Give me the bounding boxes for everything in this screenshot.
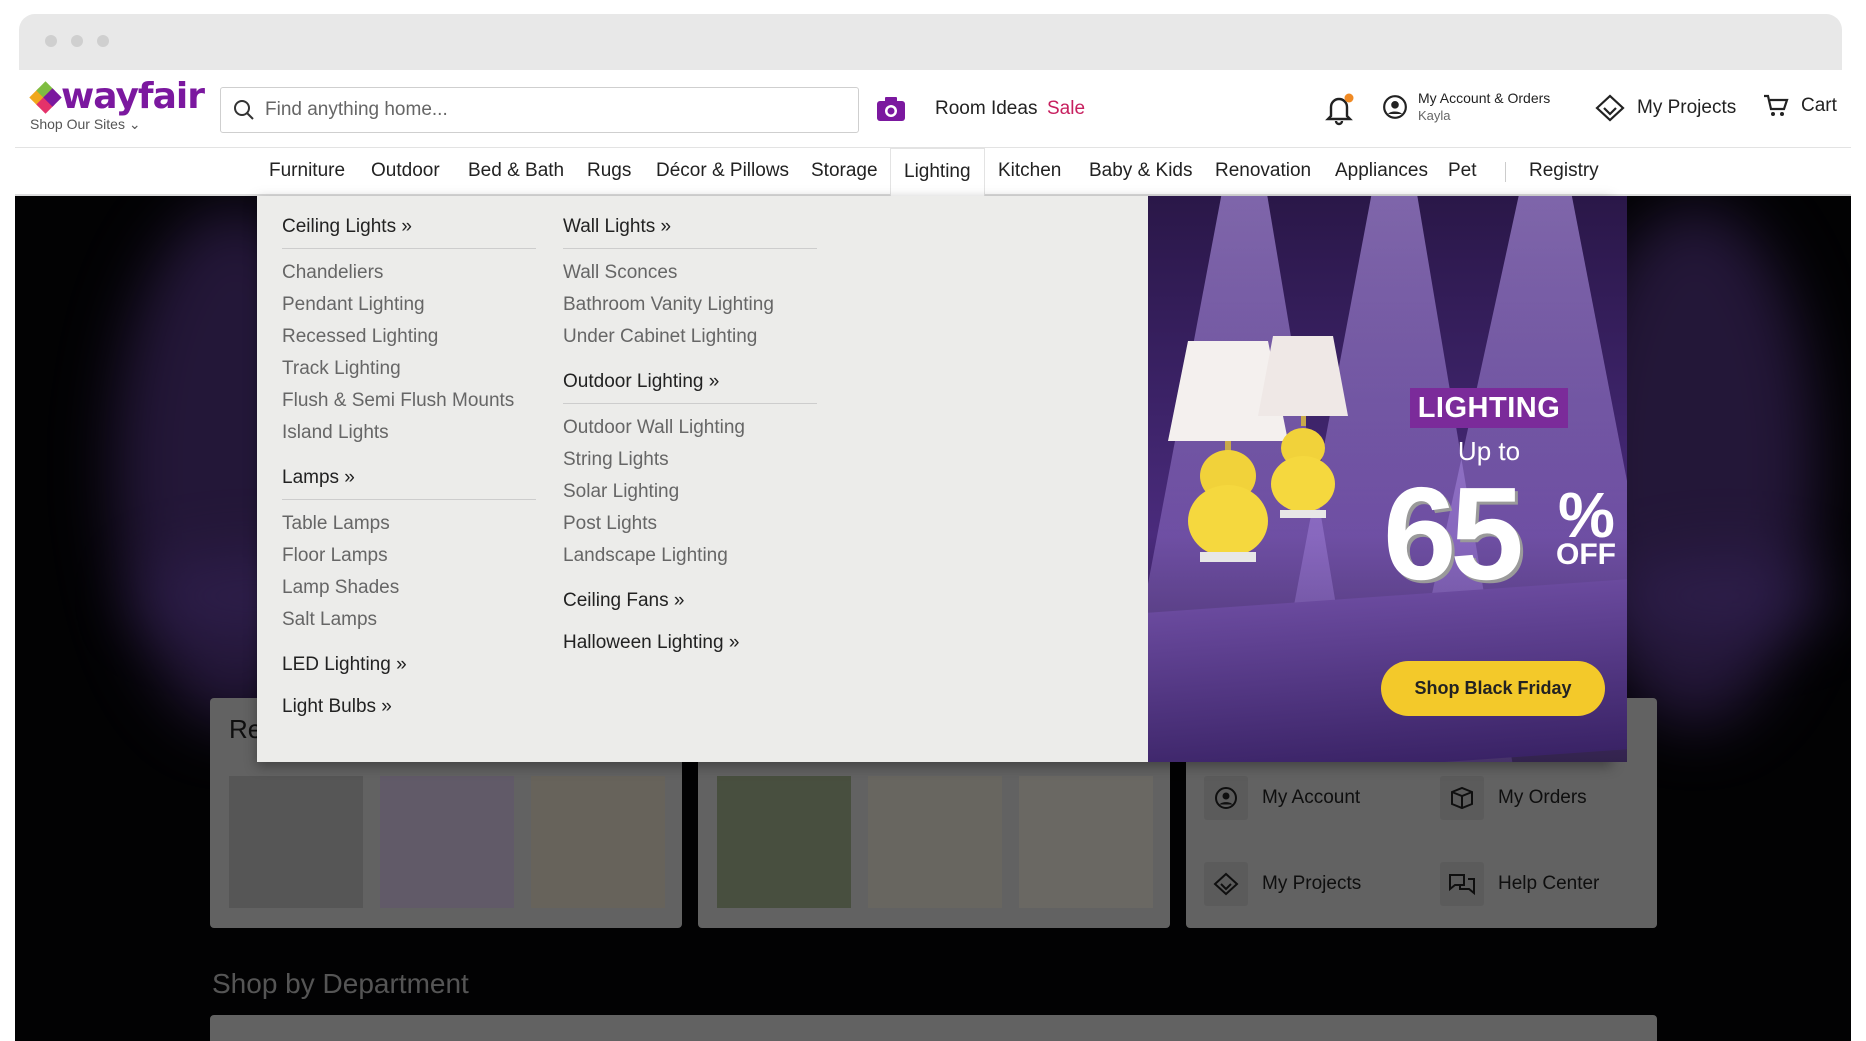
- site-header: wayfair Shop Our Sites ⌄ Room Ideas Sale…: [15, 70, 1851, 148]
- wayfair-logo[interactable]: wayfair: [29, 76, 205, 117]
- projects-house-icon: [1595, 94, 1625, 122]
- shop-our-sites-dropdown[interactable]: Shop Our Sites ⌄: [30, 116, 141, 133]
- menu-heading-ceiling-fans[interactable]: Ceiling Fans »: [563, 590, 817, 612]
- account-link-my-projects[interactable]: My Projects: [1204, 862, 1361, 906]
- chat-bubbles-icon: [1440, 862, 1484, 906]
- menu-item-floor-lamps[interactable]: Floor Lamps: [282, 540, 536, 572]
- shop-black-friday-button[interactable]: Shop Black Friday: [1381, 661, 1605, 716]
- account-menu[interactable]: My Account & Orders Kayla: [1382, 90, 1550, 124]
- nav-outdoor[interactable]: Outdoor: [371, 160, 440, 182]
- menu-item-outdoor-wall[interactable]: Outdoor Wall Lighting: [563, 412, 817, 444]
- promo-percent: 65: [1383, 460, 1524, 607]
- logo-wordmark: wayfair: [61, 76, 205, 117]
- user-circle-icon: [1204, 776, 1248, 820]
- menu-item-post-lights[interactable]: Post Lights: [563, 508, 817, 540]
- menu-item-track-lighting[interactable]: Track Lighting: [282, 353, 536, 385]
- cart-icon: [1764, 94, 1789, 116]
- department-strip: [210, 1015, 1657, 1041]
- account-link-my-orders[interactable]: My Orders: [1440, 776, 1587, 820]
- nav-decor-pillows[interactable]: Décor & Pillows: [656, 160, 789, 182]
- box-icon: [1440, 776, 1484, 820]
- nav-registry[interactable]: Registry: [1529, 160, 1599, 182]
- wayfair-pinwheel-icon: [29, 80, 62, 114]
- nav-rugs[interactable]: Rugs: [587, 160, 631, 182]
- nav-baby-kids[interactable]: Baby & Kids: [1089, 160, 1193, 182]
- menu-item-landscape-lighting[interactable]: Landscape Lighting: [563, 540, 817, 572]
- camera-search-icon[interactable]: [875, 93, 907, 125]
- account-username: Kayla: [1418, 108, 1451, 123]
- nav-furniture[interactable]: Furniture: [269, 160, 345, 182]
- my-projects-link[interactable]: My Projects: [1595, 94, 1736, 122]
- nav-appliances[interactable]: Appliances: [1335, 160, 1428, 182]
- search-icon[interactable]: [233, 99, 255, 121]
- product-thumb-hanging-chair[interactable]: [717, 776, 851, 908]
- lighting-promo-banner[interactable]: LIGHTING Up to 65 % OFF Shop Black Frida…: [1148, 196, 1627, 762]
- notification-bell-icon[interactable]: [1323, 92, 1355, 126]
- product-thumb-bar-cart[interactable]: [531, 776, 665, 908]
- window-minimize-dot[interactable]: [71, 35, 83, 47]
- menu-heading-light-bulbs[interactable]: Light Bulbs »: [282, 696, 536, 718]
- window-maximize-dot[interactable]: [97, 35, 109, 47]
- menu-item-recessed-lighting[interactable]: Recessed Lighting: [282, 321, 536, 353]
- menu-item-under-cabinet[interactable]: Under Cabinet Lighting: [563, 321, 817, 353]
- menu-item-wall-sconces[interactable]: Wall Sconces: [563, 257, 817, 289]
- page-frame: Re My Account My Orders My Projects Help…: [15, 70, 1851, 1041]
- nav-divider: [1505, 162, 1506, 182]
- category-nav: Furniture Outdoor Bed & Bath Rugs Décor …: [15, 148, 1851, 196]
- nav-bed-bath[interactable]: Bed & Bath: [468, 160, 564, 182]
- nav-kitchen[interactable]: Kitchen: [998, 160, 1061, 182]
- cart-link[interactable]: Cart: [1763, 94, 1837, 118]
- nav-renovation[interactable]: Renovation: [1215, 160, 1311, 182]
- menu-item-flush-semi-flush[interactable]: Flush & Semi Flush Mounts: [282, 385, 536, 417]
- promo-category-tag: LIGHTING: [1410, 388, 1568, 428]
- menu-item-chandeliers[interactable]: Chandeliers: [282, 257, 536, 289]
- account-label: My Account & Orders: [1418, 90, 1551, 106]
- nav-storage[interactable]: Storage: [811, 160, 878, 182]
- sale-link[interactable]: Sale: [1047, 98, 1085, 120]
- menu-item-island-lights[interactable]: Island Lights: [282, 417, 536, 449]
- menu-item-string-lights[interactable]: String Lights: [563, 444, 817, 476]
- menu-heading-led-lighting[interactable]: LED Lighting »: [282, 654, 536, 676]
- menu-item-solar-lighting[interactable]: Solar Lighting: [563, 476, 817, 508]
- account-link-help-center[interactable]: Help Center: [1440, 862, 1599, 906]
- nav-lighting[interactable]: Lighting: [890, 148, 985, 196]
- account-link-my-account[interactable]: My Account: [1204, 776, 1360, 820]
- menu-item-lamp-shades[interactable]: Lamp Shades: [282, 572, 536, 604]
- room-ideas-link[interactable]: Room Ideas: [935, 98, 1037, 120]
- promo-off: OFF: [1556, 538, 1616, 571]
- product-thumb-loft-bed[interactable]: [380, 776, 514, 908]
- nav-pet[interactable]: Pet: [1448, 160, 1477, 182]
- search-box: [220, 87, 859, 133]
- menu-heading-halloween-lighting[interactable]: Halloween Lighting »: [563, 632, 817, 654]
- projects-house-icon: [1204, 862, 1248, 906]
- menu-item-pendant-lighting[interactable]: Pendant Lighting: [282, 289, 536, 321]
- shop-by-department-heading: Shop by Department: [212, 968, 469, 999]
- mega-menu-column-1: Ceiling Lights » Chandeliers Pendant Lig…: [282, 216, 536, 718]
- user-circle-icon: [1383, 95, 1407, 119]
- yellow-lamps-image: [1168, 336, 1348, 562]
- menu-heading-lamps[interactable]: Lamps »: [282, 467, 536, 500]
- browser-chrome: [19, 14, 1842, 70]
- menu-heading-outdoor-lighting[interactable]: Outdoor Lighting »: [563, 371, 817, 404]
- menu-heading-wall-lights[interactable]: Wall Lights »: [563, 216, 817, 249]
- menu-item-salt-lamps[interactable]: Salt Lamps: [282, 604, 536, 636]
- mega-menu-column-2: Wall Lights » Wall Sconces Bathroom Vani…: [563, 216, 817, 654]
- window-close-dot[interactable]: [45, 35, 57, 47]
- search-input[interactable]: [265, 99, 845, 121]
- product-thumb-race-car-bed[interactable]: [229, 776, 363, 908]
- menu-item-bathroom-vanity[interactable]: Bathroom Vanity Lighting: [563, 289, 817, 321]
- product-thumb-cat-tree[interactable]: [868, 776, 1002, 908]
- menu-heading-ceiling-lights[interactable]: Ceiling Lights »: [282, 216, 536, 249]
- product-thumb-kitchen-cart[interactable]: [1019, 776, 1153, 908]
- menu-item-table-lamps[interactable]: Table Lamps: [282, 508, 536, 540]
